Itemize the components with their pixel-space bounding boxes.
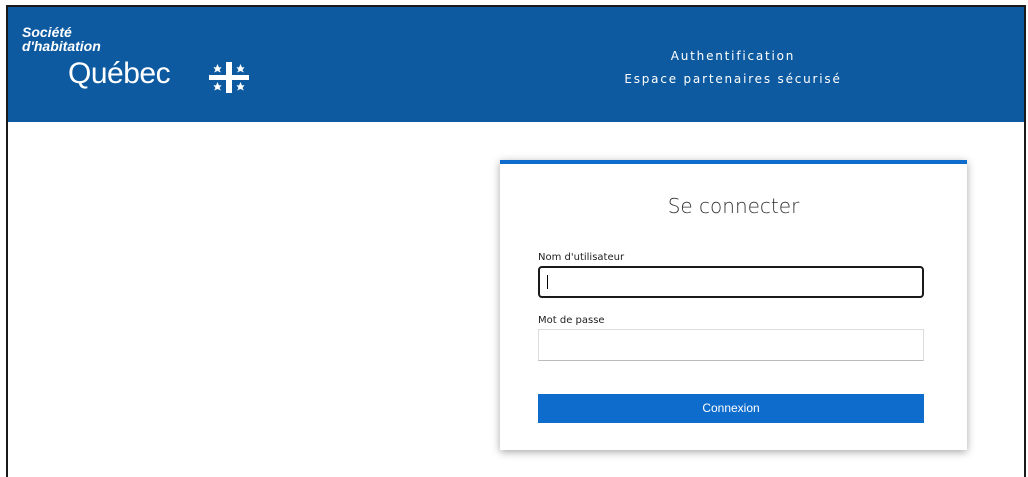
login-card: Se connecter Nom d'utilisateur Mot de pa… (500, 160, 967, 450)
login-button[interactable]: Connexion (538, 394, 924, 423)
logo[interactable]: Société d'habitation Québec (22, 17, 292, 112)
header-title: Authentification (670, 49, 796, 63)
page-frame: Société d'habitation Québec Authentifica… (6, 5, 1026, 477)
header-banner: Société d'habitation Québec Authentifica… (8, 7, 1024, 122)
text-caret (547, 275, 548, 289)
header-subtitle: Espace partenaires sécurisé (624, 72, 842, 86)
login-title: Se connecter (667, 194, 800, 218)
password-input[interactable] (538, 329, 924, 361)
quebec-flag-icon (209, 62, 249, 93)
header-center-text: Authentification Espace partenaires sécu… (568, 45, 898, 90)
logo-line-2: d'habitation (22, 38, 101, 54)
password-label: Mot de passe (538, 315, 605, 326)
username-input[interactable] (538, 266, 924, 298)
logo-quebec-wordmark: Québec (68, 57, 171, 90)
username-label: Nom d'utilisateur (538, 252, 625, 263)
